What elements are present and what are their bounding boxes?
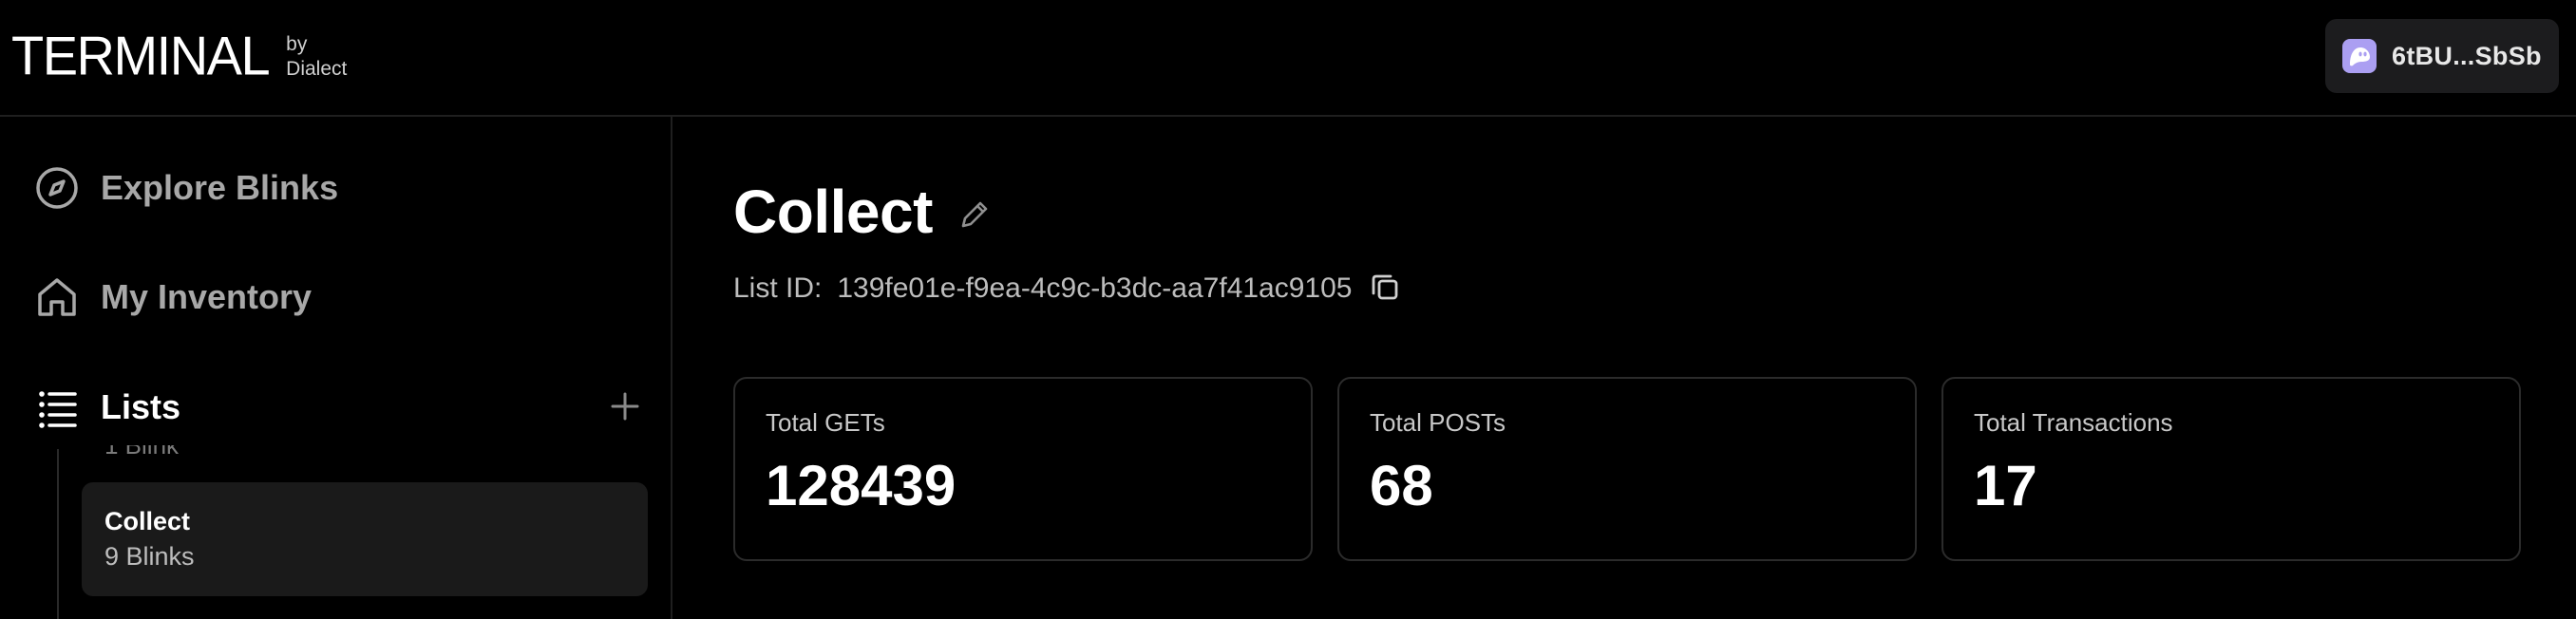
home-icon [34,274,80,320]
list-item-count: 9 Blinks [104,542,195,571]
sidebar-item-label: Lists [101,387,181,426]
sidebar-item-my-inventory[interactable]: My Inventory [34,269,312,326]
app-root: TERMINAL by Dialect 6tBU...SbSb Explore … [0,0,2576,619]
title-row: Collect [733,176,994,248]
brand-company-text: Dialect [286,58,348,80]
top-bar: TERMINAL by Dialect 6tBU...SbSb [0,0,2576,117]
stat-card-total-gets: Total GETs 128439 [733,377,1313,561]
sidebar: Explore Blinks My Inventory Lists 1 Blin… [0,117,672,619]
edit-title-button[interactable] [956,197,994,235]
list-id-label: List ID: [733,272,823,304]
copy-icon [1369,271,1401,308]
stat-label: Total Transactions [1974,408,2173,437]
sidebar-item-explore-blinks[interactable]: Explore Blinks [34,159,338,216]
list-tree-rail [57,449,59,619]
stat-card-total-posts: Total POSTs 68 [1337,377,1917,561]
main-content: Collect List ID: 139fe01e-f9ea-4c9c-b3dc… [674,117,2576,619]
copy-list-id-button[interactable] [1367,271,1403,307]
stat-value: 17 [1974,454,2037,517]
list-id-row: List ID: 139fe01e-f9ea-4c9c-b3dc-aa7f41a… [733,271,1403,307]
sidebar-item-label: My Inventory [101,277,313,316]
stat-label: Total GETs [766,408,885,437]
stat-card-total-transactions: Total Transactions 17 [1941,377,2521,561]
stat-value: 128439 [766,454,957,517]
page-title: Collect [733,178,933,246]
list-item-title: Collect [104,507,191,535]
pencil-icon [958,198,991,235]
sidebar-item-label: Explore Blinks [101,168,339,207]
list-icon [34,385,80,430]
sidebar-item-lists[interactable]: Lists [34,379,180,436]
phantom-ghost-icon [2342,39,2377,73]
add-list-button[interactable] [606,389,644,427]
compass-icon [34,165,80,211]
stats-row: Total GETs 128439 Total POSTs 68 Total T… [733,377,2521,561]
wallet-button[interactable]: 6tBU...SbSb [2325,19,2559,93]
brand-byline: by Dialect [286,32,347,82]
stat-value: 68 [1370,454,1433,517]
brand-logo[interactable]: TERMINAL by Dialect [11,25,347,86]
brand-wordmark: TERMINAL [11,25,271,86]
list-item-collect[interactable]: Collect 9 Blinks [82,482,648,596]
list-id-value: 139fe01e-f9ea-4c9c-b3dc-aa7f41ac9105 [837,272,1353,304]
plus-icon [610,391,640,426]
brand-by-text: by [286,33,308,55]
wallet-address: 6tBU...SbSb [2392,41,2542,70]
stat-label: Total POSTs [1370,408,1506,437]
